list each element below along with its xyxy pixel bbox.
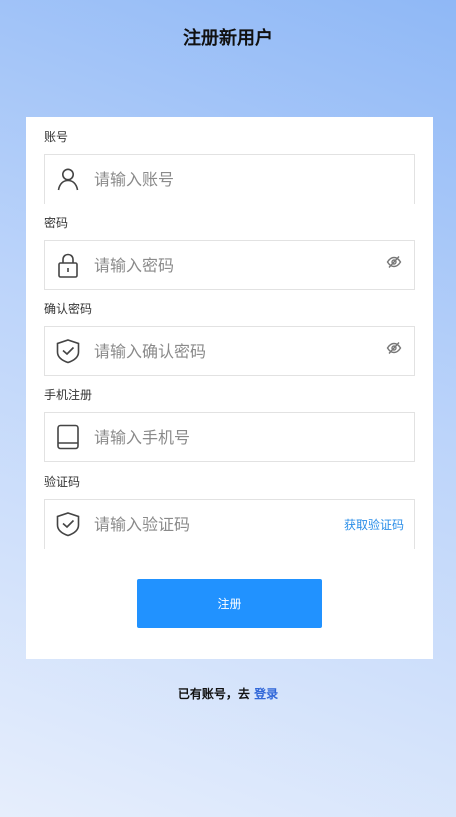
code-field: 获取验证码	[44, 499, 415, 549]
register-button[interactable]: 注册	[137, 579, 322, 628]
account-label: 账号	[44, 130, 69, 144]
eye-off-icon[interactable]	[386, 254, 402, 270]
password-label: 密码	[44, 216, 69, 230]
eye-off-icon[interactable]	[386, 340, 402, 356]
login-prompt: 已有账号，去 登录	[0, 685, 456, 702]
shield-check-icon	[55, 511, 81, 537]
password-field	[44, 240, 415, 290]
account-field	[44, 154, 415, 204]
login-link[interactable]: 登录	[254, 687, 278, 701]
phone-icon	[55, 424, 81, 450]
lock-icon	[55, 252, 81, 278]
password-input[interactable]	[94, 241, 344, 289]
user-icon	[55, 166, 81, 192]
shield-check-icon	[55, 338, 81, 364]
login-prompt-text: 已有账号，去	[177, 687, 255, 701]
phone-input[interactable]	[94, 413, 344, 461]
account-input[interactable]	[94, 155, 344, 203]
register-form: 账号 密码 确认密码	[26, 117, 433, 659]
phone-field	[44, 412, 415, 462]
get-code-button[interactable]: 获取验证码	[344, 516, 404, 533]
confirm-password-input[interactable]	[94, 327, 344, 375]
page-title: 注册新用户	[183, 28, 273, 49]
phone-label: 手机注册	[44, 388, 93, 402]
code-label: 验证码	[44, 475, 81, 489]
confirm-password-label: 确认密码	[44, 302, 93, 316]
confirm-password-field	[44, 326, 415, 376]
code-input[interactable]	[94, 500, 314, 548]
